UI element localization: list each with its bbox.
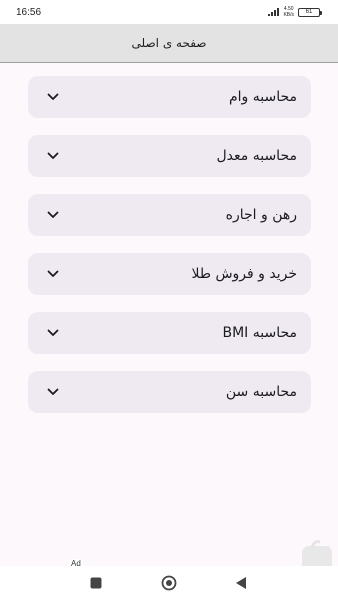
menu-item-gold[interactable]: خرید و فروش طلا <box>28 253 311 295</box>
menu-item-loan[interactable]: محاسبه وام <box>28 76 311 118</box>
menu-item-label: محاسبه وام <box>228 89 297 105</box>
chevron-down-icon <box>46 267 60 281</box>
menu-list: محاسبه وام محاسبه معدل رهن و اجاره خرید … <box>28 76 311 430</box>
menu-item-bmi[interactable]: محاسبه BMI <box>28 312 311 354</box>
menu-item-label: محاسبه سن <box>225 384 297 400</box>
triangle-back-icon[interactable] <box>233 575 249 591</box>
chevron-down-icon <box>46 208 60 222</box>
status-bar: 16:56 4.50 KB/s 61 <box>0 0 338 24</box>
signal-icon <box>268 8 280 16</box>
square-icon[interactable] <box>88 575 104 591</box>
status-icons: 4.50 KB/s 61 <box>268 6 322 18</box>
status-time: 16:56 <box>16 6 42 18</box>
menu-item-label: محاسبه BMI <box>222 325 297 341</box>
system-nav-bar <box>0 566 338 600</box>
network-speed: 4.50 KB/s <box>283 6 294 18</box>
page-title: صفحه ی اصلی <box>131 36 207 50</box>
menu-item-gpa[interactable]: محاسبه معدل <box>28 135 311 177</box>
menu-item-rent[interactable]: رهن و اجاره <box>28 194 311 236</box>
menu-item-label: رهن و اجاره <box>225 207 297 223</box>
chevron-down-icon <box>46 149 60 163</box>
chevron-down-icon <box>46 90 60 104</box>
chevron-down-icon <box>46 326 60 340</box>
battery-icon: 61 <box>298 7 322 17</box>
battery-level: 61 <box>305 9 313 15</box>
chevron-down-icon <box>46 385 60 399</box>
circle-home-icon[interactable] <box>161 575 177 591</box>
network-speed-unit: KB/s <box>283 12 294 18</box>
menu-item-age[interactable]: محاسبه سن <box>28 371 311 413</box>
menu-item-label: محاسبه معدل <box>216 148 298 164</box>
menu-item-label: خرید و فروش طلا <box>191 266 298 282</box>
app-bar: صفحه ی اصلی <box>0 24 338 63</box>
